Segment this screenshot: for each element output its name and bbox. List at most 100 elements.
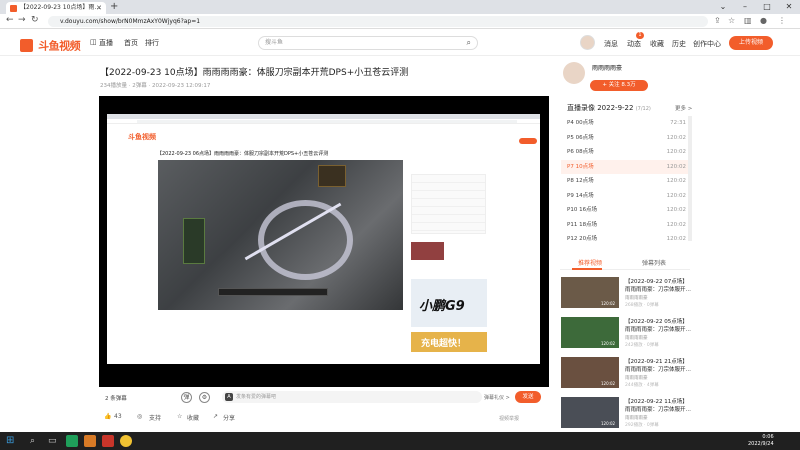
address-bar-row: ← → ↻ v.douyu.com/show/brN0MmzAxY0Wjyq6?… — [0, 14, 800, 29]
browser-menu-icon[interactable]: ⋮ — [778, 16, 786, 25]
record-item[interactable]: P9 14点场 120:02 — [561, 189, 689, 204]
record-duration: 120:02 — [666, 207, 686, 213]
windows-start-icon[interactable]: ⊞ — [6, 435, 18, 447]
logo-text: 斗鱼视频 — [38, 39, 81, 53]
taskbar-search-icon[interactable]: ⌕ — [30, 435, 42, 447]
share-icon[interactable]: ↗ — [213, 413, 218, 420]
video-actions: 👍 43 ◎ 支持 ☆ 收藏 ↗ 分享 视频举报 — [99, 411, 549, 425]
record-count: 7/12 — [637, 106, 649, 112]
danmu-etiquette-link[interactable]: 弹幕礼仪 > — [484, 394, 510, 401]
bookmark-star-icon[interactable]: ☆ — [728, 16, 735, 25]
related-title[interactable]: 【2022-09-21 21点场】雨雨雨雨豪：刀宗体服开… — [625, 358, 693, 374]
record-item[interactable]: P4 00点场 72:31 — [561, 116, 689, 131]
messages-link[interactable]: 消息 — [604, 39, 618, 49]
nav-home[interactable]: 首页 — [124, 38, 138, 48]
back-icon[interactable]: ← — [6, 15, 14, 25]
follow-button[interactable]: + 关注 8.3万 — [590, 80, 648, 91]
task-view-icon[interactable]: ▭ — [48, 435, 60, 447]
support-icon[interactable]: ◎ — [137, 413, 142, 420]
search-input[interactable]: 搜斗鱼 ⌕ — [258, 36, 478, 50]
video-player[interactable]: 斗鱼视频 【2022-09-23 06点场】雨雨雨雨豪：体服刀宗副本开荒DPS+… — [99, 96, 549, 387]
share-page-icon[interactable]: ⇪ — [714, 16, 721, 25]
related-duration: 120:02 — [601, 421, 616, 426]
related-author[interactable]: 雨雨雨雨豪 — [625, 375, 648, 381]
creator-center-link[interactable]: 创作中心 — [693, 39, 721, 49]
send-danmu-button[interactable]: 发送 — [515, 391, 541, 403]
close-window-icon[interactable]: ✕ — [778, 0, 800, 14]
system-clock[interactable]: 0:06 2022/9/24 — [748, 434, 774, 448]
player-controls[interactable] — [99, 364, 549, 387]
new-tab-button[interactable]: + — [110, 1, 118, 12]
record-scrollbar[interactable] — [688, 116, 692, 241]
danmu-settings-icon[interactable]: ⚙ — [199, 392, 210, 403]
close-tab-icon[interactable]: ✕ — [96, 2, 102, 14]
search-icon[interactable]: ⌕ — [467, 37, 471, 49]
minimize-icon[interactable]: – — [734, 0, 756, 14]
tab-danmu-list[interactable]: 弹幕列表 — [642, 258, 666, 267]
chrome-icon[interactable] — [120, 435, 132, 447]
upload-label: 上传视频 — [738, 39, 763, 46]
related-video-item[interactable]: 120:02 【2022-09-22 07点场】雨雨雨雨豪：刀宗体服开… 雨雨雨雨豪… — [561, 277, 691, 309]
related-video-item[interactable]: 120:02 【2022-09-22 05点场】雨雨雨雨豪：刀宗体服开… 雨雨雨雨豪… — [561, 317, 691, 349]
reload-icon[interactable]: ↻ — [31, 15, 39, 25]
danmu-count: 2 条弹幕 — [105, 396, 127, 402]
like-count[interactable]: 43 — [114, 413, 122, 420]
support-label[interactable]: 支持 — [149, 413, 161, 422]
search-placeholder: 搜斗鱼 — [265, 39, 284, 46]
profile-icon[interactable]: ● — [760, 16, 767, 25]
record-more-link[interactable]: 更多 > — [675, 104, 692, 112]
app-icon[interactable] — [66, 435, 78, 447]
forward-icon[interactable]: → — [18, 15, 26, 25]
url-text: v.douyu.com/show/brN0MmzAxY0Wjyq6?ap=1 — [60, 18, 201, 25]
danmu-input[interactable]: A 发条有爱的弹幕吧 — [222, 391, 482, 403]
site-logo[interactable]: 斗鱼视频 — [20, 35, 82, 53]
record-item[interactable]: P7 10点场 120:02 — [561, 159, 689, 174]
related-author[interactable]: 雨雨雨雨豪 — [625, 415, 648, 421]
frame-logo: 斗鱼视频 — [128, 133, 156, 141]
url-input[interactable]: v.douyu.com/show/brN0MmzAxY0Wjyq6?ap=1 — [48, 16, 708, 27]
record-label: P12 20点场 — [567, 236, 598, 242]
sidebar-icon[interactable]: ▥ — [744, 16, 752, 25]
related-duration: 120:02 — [601, 301, 616, 306]
maximize-icon[interactable]: □ — [756, 0, 778, 14]
record-item[interactable]: P6 08点场 120:02 — [561, 145, 689, 160]
related-video-item[interactable]: 120:02 【2022-09-22 11点场】雨雨雨雨豪：刀宗体服开… 雨雨雨雨豪… — [561, 397, 691, 429]
share-label[interactable]: 分享 — [223, 413, 235, 422]
related-title[interactable]: 【2022-09-22 07点场】雨雨雨雨豪：刀宗体服开… — [625, 278, 693, 294]
nav-ranking[interactable]: 排行 — [145, 38, 159, 48]
record-label: P9 14点场 — [567, 192, 594, 199]
author-name[interactable]: 雨雨雨雨豪 — [592, 63, 622, 72]
collect-label[interactable]: 收藏 — [187, 413, 199, 422]
font-style-icon[interactable]: A — [225, 393, 233, 401]
nav-live[interactable]: 直播 — [99, 38, 113, 48]
record-item[interactable]: P8 12点场 120:02 — [561, 174, 689, 189]
app2-icon[interactable] — [102, 435, 114, 447]
record-duration: 120:02 — [666, 178, 686, 184]
record-item[interactable]: P11 18点场 120:02 — [561, 218, 689, 233]
like-icon[interactable]: 👍 — [104, 413, 111, 420]
history-link[interactable]: 历史 — [672, 39, 686, 49]
danmu-toggle-icon[interactable]: 弹 — [181, 392, 192, 403]
browser-tab[interactable]: 【2022-09-23 10点场】雨… ✕ — [6, 2, 106, 14]
record-item[interactable]: P5 06点场 120:02 — [561, 131, 689, 146]
author-avatar[interactable] — [563, 62, 585, 84]
related-title[interactable]: 【2022-09-22 11点场】雨雨雨雨豪：刀宗体服开… — [625, 398, 693, 414]
collect-icon[interactable]: ☆ — [177, 413, 182, 420]
tab-search-icon[interactable]: ⌄ — [712, 0, 734, 14]
video-meta: 234播放量 · 2弹幕 · 2022-09-23 12:09:17 — [100, 83, 211, 89]
record-item[interactable]: P12 20点场 120:02 — [561, 232, 689, 247]
related-title[interactable]: 【2022-09-22 05点场】雨雨雨雨豪：刀宗体服开… — [625, 318, 693, 334]
folder-icon[interactable] — [84, 435, 96, 447]
record-item[interactable]: P10 16点场 120:02 — [561, 203, 689, 218]
upload-video-button[interactable]: 上传视频 — [729, 36, 773, 50]
related-video-item[interactable]: 120:02 【2022-09-21 21点场】雨雨雨雨豪：刀宗体服开… 雨雨雨雨豪… — [561, 357, 691, 389]
favorites-link[interactable]: 收藏 — [650, 39, 664, 49]
record-duration: 72:31 — [670, 120, 686, 126]
report-link[interactable]: 视频举报 — [499, 415, 519, 422]
user-avatar[interactable] — [580, 35, 595, 50]
related-duration: 120:02 — [601, 381, 616, 386]
dynamics-link[interactable]: 动态 — [627, 39, 641, 49]
related-author[interactable]: 雨雨雨雨豪 — [625, 295, 648, 301]
tab-recommend[interactable]: 推荐视频 — [578, 258, 602, 267]
related-author[interactable]: 雨雨雨雨豪 — [625, 335, 648, 341]
